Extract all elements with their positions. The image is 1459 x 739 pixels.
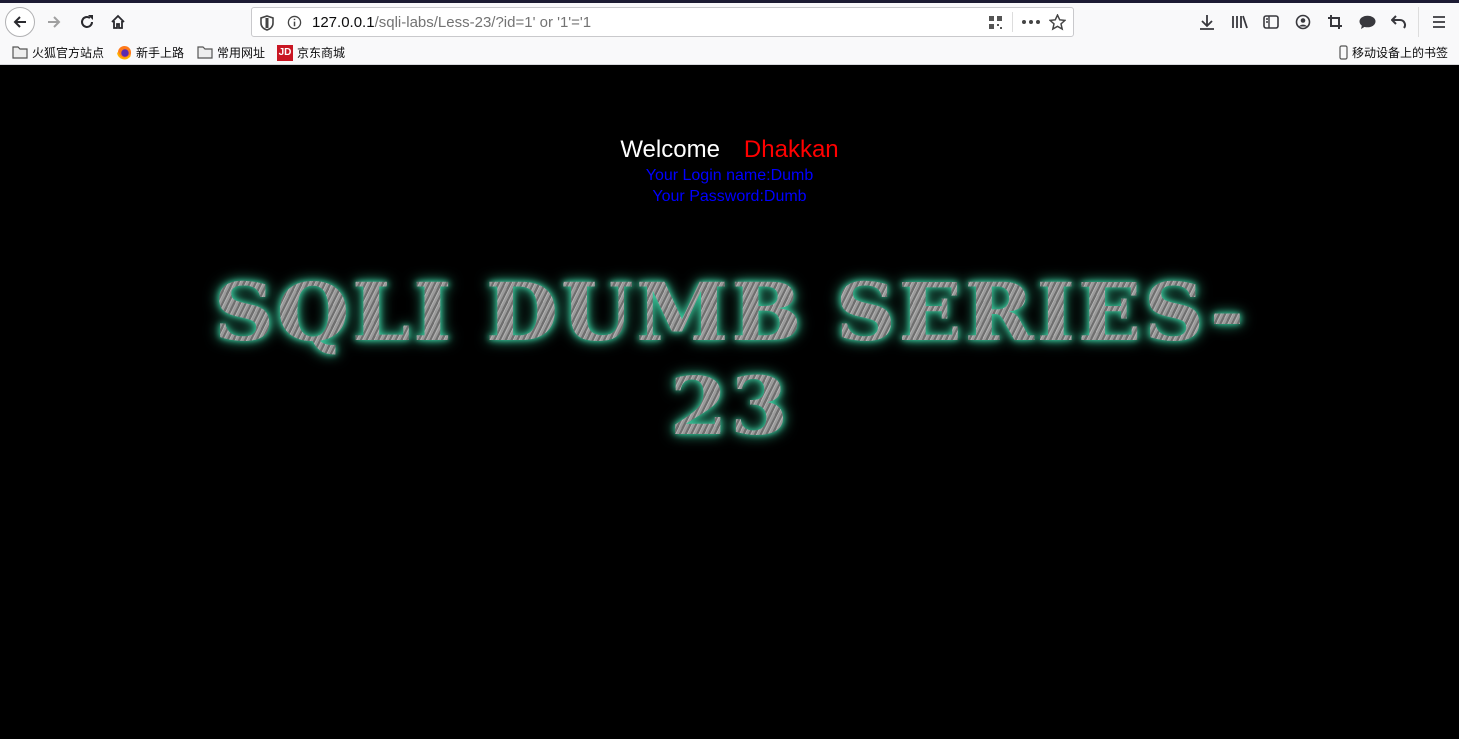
star-bookmark-icon[interactable]	[1049, 14, 1066, 31]
series-banner-logo: SQLI DUMB SERIES-23	[168, 265, 1292, 453]
screenshot-button[interactable]	[1324, 11, 1346, 33]
bookmarks-toolbar: 火狐官方站点 新手上路 常用网址 JD 京东商城 移动设备上的书签	[0, 40, 1459, 65]
browser-toolbar: 127.0.0.1/sqli-labs/Less-23/?id=1' or '1…	[0, 3, 1459, 40]
account-button[interactable]	[1292, 11, 1314, 33]
url-bar[interactable]: 127.0.0.1/sqli-labs/Less-23/?id=1' or '1…	[251, 7, 1074, 37]
login-name-text: Your Login name:Dumb	[645, 167, 814, 184]
welcome-line: Welcome Dhakkan	[0, 136, 1459, 164]
hamburger-menu-icon	[1433, 16, 1445, 28]
reload-icon	[81, 15, 93, 28]
sidebar-button[interactable]	[1260, 11, 1282, 33]
password-text: Your Password:Dumb	[652, 188, 807, 205]
sidebar-icon	[1263, 15, 1279, 29]
url-path: /sqli-labs/Less-23/?id=1' or '1'='1	[374, 14, 592, 31]
url-divider	[1012, 12, 1013, 32]
mobile-bookmarks-label: 移动设备上的书签	[1352, 46, 1449, 60]
bookmark-item[interactable]: JD 京东商城	[277, 44, 345, 61]
reload-button[interactable]	[72, 7, 102, 37]
bookmark-item[interactable]: 火狐官方站点	[12, 44, 104, 61]
toolbar-divider	[1418, 7, 1419, 37]
more-actions-icon[interactable]	[1022, 20, 1040, 24]
welcome-text: Welcome	[620, 136, 720, 163]
bookmark-item[interactable]: 新手上路	[117, 44, 184, 61]
account-icon	[1295, 14, 1311, 30]
shield-icon	[260, 15, 274, 31]
undo-arrow-icon	[1391, 14, 1406, 29]
bookmark-label: 新手上路	[136, 46, 185, 60]
crop-icon	[1328, 15, 1342, 29]
download-icon	[1200, 15, 1214, 30]
library-button[interactable]	[1229, 11, 1251, 33]
arrow-right-icon	[48, 16, 61, 28]
home-button[interactable]	[103, 7, 133, 37]
url-host: 127.0.0.1	[312, 14, 375, 31]
chat-bubble-icon	[1359, 15, 1375, 29]
mobile-bookmarks[interactable]: 移动设备上的书签	[1339, 44, 1448, 61]
url-text[interactable]: 127.0.0.1/sqli-labs/Less-23/?id=1' or '1…	[312, 14, 591, 31]
firefox-icon	[117, 45, 132, 60]
jd-icon: JD	[277, 44, 293, 61]
bookmark-label: 火狐官方站点	[32, 46, 105, 60]
page-content: Welcome Dhakkan Your Login name:Dumb Your…	[0, 65, 1459, 739]
mobile-phone-icon	[1339, 45, 1348, 60]
home-icon	[111, 14, 125, 29]
forward-button[interactable]	[39, 7, 69, 37]
bookmark-label: 京东商城	[297, 46, 346, 60]
feedback-button[interactable]	[1356, 11, 1378, 33]
library-icon	[1232, 15, 1248, 29]
menu-button[interactable]	[1428, 11, 1450, 33]
username-text: Dhakkan	[743, 136, 839, 163]
downloads-button[interactable]	[1196, 11, 1218, 33]
back-button[interactable]	[5, 7, 35, 37]
bookmark-label: 常用网址	[217, 46, 266, 60]
undo-button[interactable]	[1388, 11, 1410, 33]
info-icon[interactable]	[287, 15, 302, 30]
arrow-left-icon	[13, 16, 26, 28]
folder-icon	[12, 46, 28, 59]
bookmark-item[interactable]: 常用网址	[197, 44, 265, 61]
folder-icon	[197, 46, 213, 59]
qr-code-icon[interactable]	[988, 15, 1003, 30]
